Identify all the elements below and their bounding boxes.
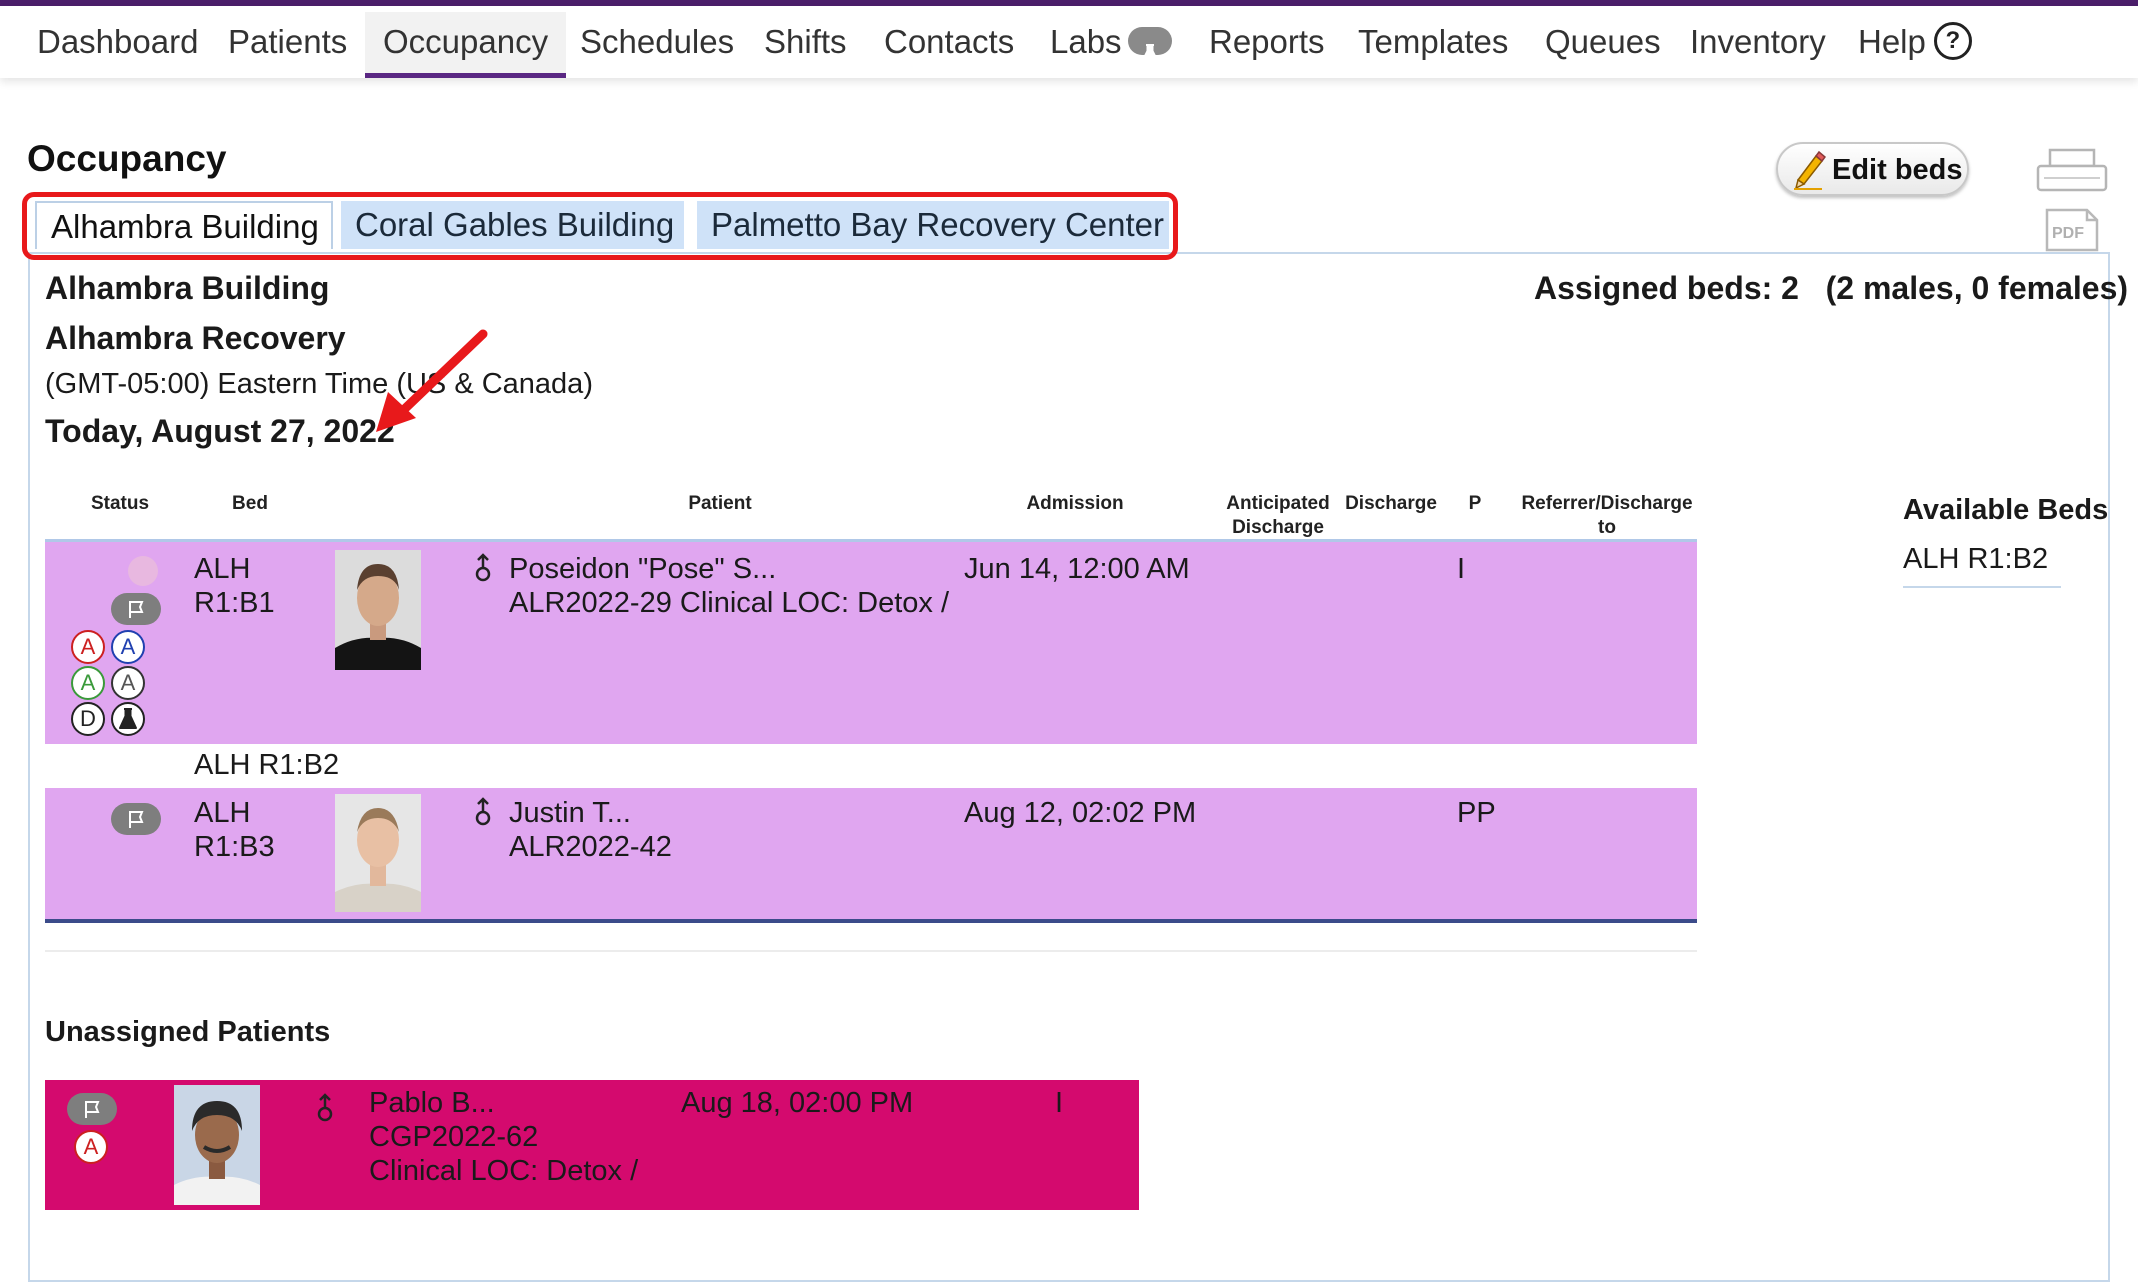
red-arrow-annotation [376,329,488,432]
flask-icon [1127,27,1172,64]
status-a-green-icon[interactable]: A [71,666,105,700]
available-bed-item[interactable]: ALH R1:B2 [1903,543,2048,576]
male-symbol-icon [315,1092,335,1133]
flag-icon[interactable] [67,1093,117,1125]
header-p: P [1468,493,1482,514]
p-value: I [1055,1087,1064,1119]
admission-date: Aug 18, 02:00 PM [681,1087,914,1119]
pencil-icon [1794,150,1826,190]
tabs-highlight-annotation [22,192,1178,260]
nav-contacts[interactable]: Contacts [884,12,1014,78]
nav-occupancy[interactable]: Occupancy [365,12,567,78]
header-anticipated-line2: Discharge [1232,517,1324,538]
bed-label-line1: ALH [194,797,251,829]
nav-labs-label: Labs [1050,23,1122,60]
nav-help[interactable]: Help? [1858,12,1972,78]
assigned-beds-count: Assigned beds: 2 [1534,270,1799,306]
empty-bed-label: ALH R1:B2 [194,749,340,781]
bed-label-line1: ALH [194,553,251,585]
program-name: Alhambra Recovery [45,320,346,356]
status-a-gray-icon[interactable]: A [111,666,145,700]
pdf-icon[interactable]: PDF [2043,208,2101,252]
header-bed: Bed [232,493,268,514]
edit-beds-label: Edit beds [1832,154,1963,186]
nav-schedules[interactable]: Schedules [580,12,734,78]
bed-label-line2: R1:B1 [194,587,275,619]
p-value: PP [1457,797,1496,829]
nav-patients[interactable]: Patients [228,12,347,78]
table-divider [45,950,1697,952]
available-beds-divider [1903,586,2061,588]
unassigned-patients-title: Unassigned Patients [45,1016,331,1048]
patient-photo[interactable] [174,1085,260,1205]
header-anticipated-line1: Anticipated [1226,493,1330,514]
building-name: Alhambra Building [45,270,330,306]
patient-photo[interactable] [335,550,421,670]
male-symbol-icon [473,552,493,593]
patient-name-link[interactable]: Pablo B... [369,1086,495,1120]
admission-date: Aug 12, 02:02 PM [964,797,1197,829]
header-referrer: Referrer/Discharge to [1512,492,1702,540]
nav-templates[interactable]: Templates [1358,12,1508,78]
patient-name-link[interactable]: Justin T... [509,796,631,830]
header-anticipated-discharge: Anticipated Discharge [1218,492,1338,540]
pdf-label: PDF [2052,225,2084,242]
today-date: Today, August 27, 2022 [45,413,395,449]
bed-row[interactable]: A A A A D ALH R1:B1 Poseidon "Pose" S...… [45,539,1697,744]
patient-name-link[interactable]: Poseidon "Pose" S... [509,552,776,586]
patient-detail: Clinical LOC: Detox / [369,1155,639,1187]
available-beds-title: Available Beds [1903,494,2109,526]
nav-shifts[interactable]: Shifts [764,12,847,78]
gender-breakdown: (2 males, 0 females) [1825,270,2129,306]
nav-labs[interactable]: Labs [1050,12,1172,78]
flag-icon[interactable] [111,803,161,835]
status-a-red-icon[interactable]: A [71,630,105,664]
flask-icon[interactable] [111,702,145,736]
assigned-beds-summary: Assigned beds: 2 (2 males, 0 females) [1534,270,2128,307]
nav-reports[interactable]: Reports [1209,12,1325,78]
patient-detail: ALR2022-42 [509,831,672,863]
nav-queues[interactable]: Queues [1545,12,1661,78]
bed-label-line2: R1:B3 [194,831,275,863]
header-patient: Patient [688,493,752,514]
p-value: I [1457,553,1466,585]
flag-icon[interactable] [111,593,161,625]
male-symbol-icon [473,796,493,837]
admission-date: Jun 14, 12:00 AM [964,553,1190,585]
header-status: Status [90,493,150,514]
printer-icon[interactable] [2036,148,2108,194]
edit-beds-button[interactable]: Edit beds [1776,142,1969,196]
header-referrer-line1: Referrer/Discharge [1521,493,1693,514]
header-discharge: Discharge [1345,493,1437,514]
question-circle-icon: ? [1933,22,1972,61]
status-a-blue-icon[interactable]: A [111,630,145,664]
page-title: Occupancy [27,138,227,179]
nav-help-label: Help [1858,23,1926,60]
nav-inventory[interactable]: Inventory [1690,12,1826,78]
bed-row[interactable]: ALH R1:B3 Justin T... ALR2022-42 Aug 12,… [45,788,1697,923]
nav-dashboard[interactable]: Dashboard [37,12,198,78]
patient-detail: ALR2022-29 Clinical LOC: Detox / [509,587,950,619]
header-referrer-line2: to [1598,517,1616,538]
unassigned-patient-row[interactable]: A Pablo B... CGP2022-62 Clinical LOC: De… [45,1080,1139,1210]
header-admission: Admission [1026,493,1124,514]
status-a-red-icon[interactable]: A [74,1130,108,1164]
patient-photo[interactable] [335,794,421,912]
status-faded-icon [128,556,158,586]
main-navigation: Dashboard Patients Occupancy Schedules S… [0,6,2138,78]
patient-id: CGP2022-62 [369,1121,539,1153]
timezone: (GMT-05:00) Eastern Time (US & Canada) [45,368,593,400]
status-d-icon[interactable]: D [71,702,105,736]
